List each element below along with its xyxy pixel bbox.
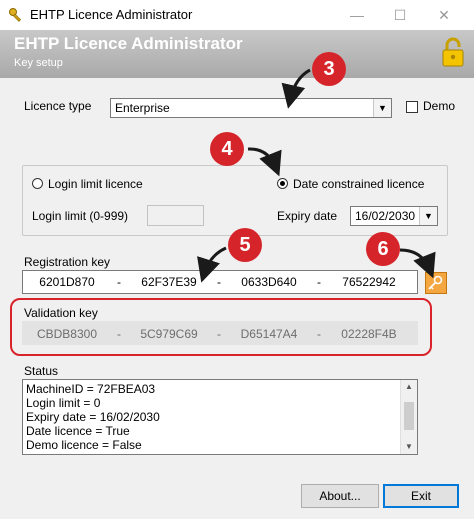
registration-key-label: Registration key xyxy=(24,255,111,269)
validation-key-label: Validation key xyxy=(24,306,98,320)
login-limit-radio[interactable] xyxy=(32,178,43,189)
status-line: Login limit = 0 xyxy=(26,396,101,410)
scroll-up-icon[interactable]: ▲ xyxy=(405,382,413,391)
window-title: EHTP Licence Administrator xyxy=(30,7,193,22)
about-button[interactable]: About... xyxy=(301,484,379,508)
registration-key-separator: - xyxy=(317,275,321,289)
annotation-badge-3: 3 xyxy=(312,52,346,86)
padlock-icon xyxy=(442,37,464,67)
key-wand-icon xyxy=(428,275,443,290)
minimize-button[interactable]: — xyxy=(335,2,379,28)
validation-key-part-3: D65147A4 xyxy=(240,327,298,341)
status-scrollbar[interactable]: ▲ ▼ xyxy=(400,380,417,454)
login-limit-input[interactable] xyxy=(147,205,204,226)
validation-key-part-4: 02228F4B xyxy=(341,327,397,341)
registration-key-separator: - xyxy=(117,275,121,289)
licence-type-value: Enterprise xyxy=(115,101,170,115)
login-limit-field-label: Login limit (0-999) xyxy=(32,209,129,223)
key-app-icon xyxy=(9,8,22,22)
status-line: Date licence = True xyxy=(26,424,130,438)
registration-key-part-2[interactable]: 62F37E39 xyxy=(126,275,212,289)
scroll-down-icon[interactable]: ▼ xyxy=(405,442,413,451)
registration-key-part-4[interactable]: 76522942 xyxy=(326,275,412,289)
status-label: Status xyxy=(24,364,59,378)
generate-key-button[interactable] xyxy=(425,272,447,294)
date-constrained-radio-label: Date constrained licence xyxy=(293,177,425,191)
licence-type-select[interactable]: Enterprise ▼ xyxy=(110,98,392,118)
status-text-area[interactable]: MachineID = 72FBEA03 Login limit = 0 Exp… xyxy=(22,379,418,455)
demo-label: Demo xyxy=(423,99,456,113)
registration-key-part-3[interactable]: 0633D640 xyxy=(226,275,312,289)
date-constrained-radio[interactable] xyxy=(277,178,288,189)
validation-key-part-1: CBDB8300 xyxy=(36,327,98,341)
exit-button[interactable]: Exit xyxy=(383,484,459,508)
expiry-date-label: Expiry date xyxy=(277,209,338,223)
login-limit-radio-label: Login limit licence xyxy=(48,177,143,191)
header-title: EHTP Licence Administrator xyxy=(14,34,243,53)
status-line: MachineID = 72FBEA03 xyxy=(26,382,156,396)
validation-key-separator: - xyxy=(317,327,321,341)
chevron-down-icon[interactable]: ▼ xyxy=(419,207,437,225)
status-line: Expiry date = 16/02/2030 xyxy=(26,410,160,424)
close-button[interactable]: ✕ xyxy=(422,2,466,28)
maximize-button[interactable]: ☐ xyxy=(378,2,422,28)
validation-key-separator: - xyxy=(117,327,121,341)
demo-checkbox[interactable] xyxy=(406,101,418,113)
status-line: Demo licence = False xyxy=(26,438,142,452)
licence-type-label: Licence type xyxy=(24,99,92,113)
scrollbar-thumb[interactable] xyxy=(404,402,414,430)
expiry-date-value: 16/02/2030 xyxy=(355,209,416,223)
arrow-6 xyxy=(399,248,436,279)
expiry-date-picker[interactable]: 16/02/2030 ▼ xyxy=(350,206,438,226)
validation-key-separator: - xyxy=(217,327,221,341)
annotation-badge-4: 4 xyxy=(210,132,244,166)
annotation-badge-6: 6 xyxy=(366,232,400,266)
registration-key-part-1[interactable]: 6201D870 xyxy=(24,275,110,289)
registration-key-separator: - xyxy=(217,275,221,289)
header-subtitle: Key setup xyxy=(14,57,63,69)
annotation-badge-5: 5 xyxy=(228,228,262,262)
validation-key-part-2: 5C979C69 xyxy=(140,327,198,341)
chevron-down-icon[interactable]: ▼ xyxy=(373,99,391,117)
